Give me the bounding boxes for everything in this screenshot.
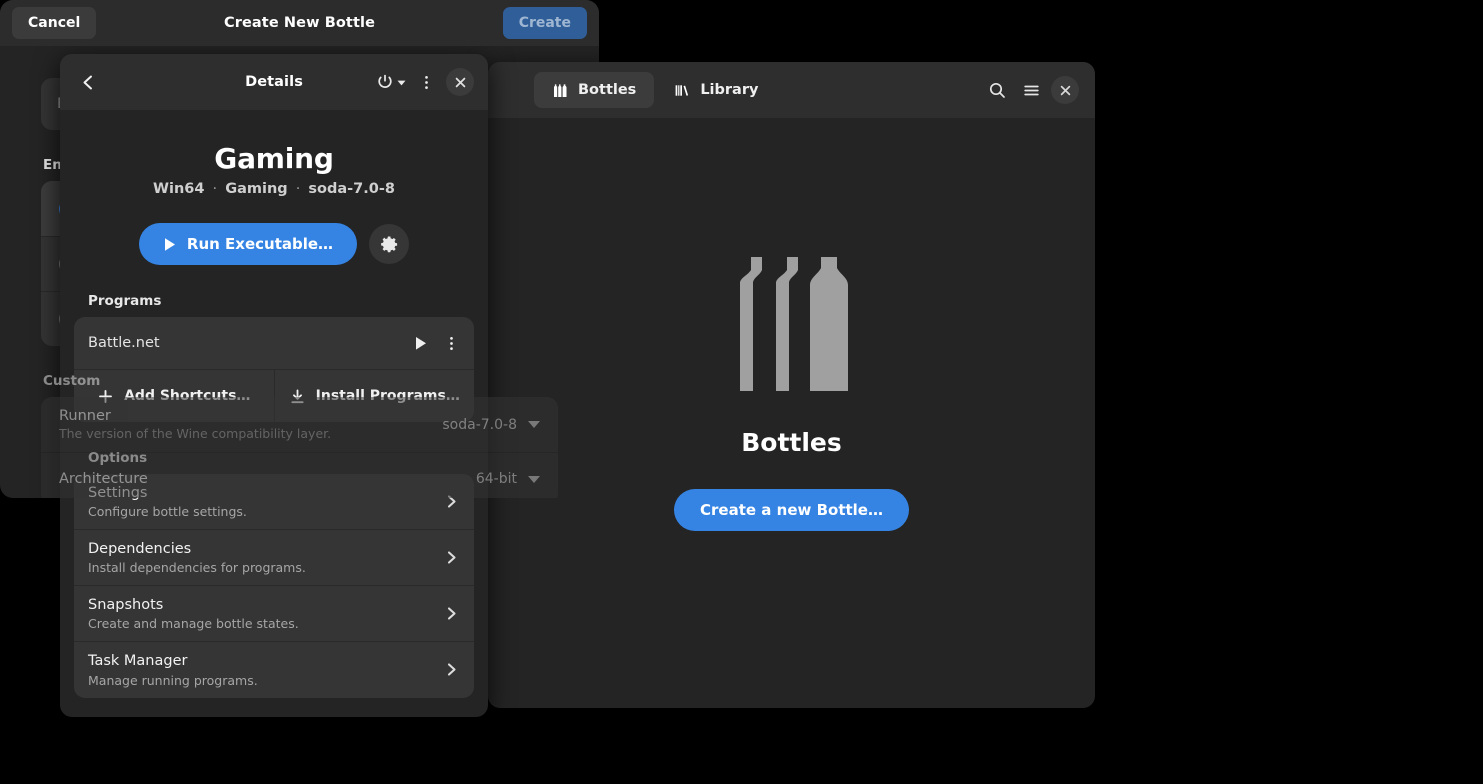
- option-subtitle: Create and manage bottle states.: [88, 616, 299, 632]
- search-icon[interactable]: [981, 74, 1013, 106]
- option-text: Snapshots Create and manage bottle state…: [88, 596, 443, 631]
- meta-separator: ·: [212, 181, 218, 197]
- program-actions: [413, 335, 460, 352]
- main-header-actions: [981, 74, 1081, 106]
- chevron-down-icon: [528, 421, 540, 428]
- create-label: Create: [518, 15, 571, 31]
- tab-bottles[interactable]: Bottles: [534, 72, 655, 108]
- close-icon: [1051, 76, 1079, 104]
- custom-row-subtitle: The version of the Wine compatibility la…: [59, 426, 332, 441]
- details-header: Details: [60, 54, 488, 110]
- bottle-settings-button[interactable]: [369, 224, 410, 264]
- architecture-dropdown[interactable]: 64-bit: [476, 471, 540, 487]
- custom-row-title: Runner: [59, 408, 111, 424]
- bottle-name: Gaming: [214, 142, 334, 175]
- cancel-label: Cancel: [28, 15, 81, 31]
- back-button[interactable]: [72, 66, 104, 98]
- bottles-icon: [552, 82, 569, 99]
- three-dots-vertical-icon: [418, 74, 435, 91]
- options-card: Settings Configure bottle settings. Depe…: [74, 474, 474, 698]
- run-actions: Run Executable…: [74, 223, 474, 265]
- programs-section-label: Programs: [88, 293, 162, 309]
- custom-row-title: Architecture: [59, 471, 148, 487]
- option-subtitle: Install dependencies for programs.: [88, 560, 306, 576]
- custom-card: Runner The version of the Wine compatibi…: [41, 397, 558, 498]
- close-icon: [446, 68, 474, 96]
- bottle-meta-arch: Win64: [153, 181, 205, 197]
- bottles-illustration: [732, 255, 852, 400]
- custom-row-architecture[interactable]: Architecture 64-bit: [41, 452, 558, 498]
- screen: Bottles Library Bottles Create a new Bot…: [0, 0, 1483, 784]
- main-close-button[interactable]: [1049, 74, 1081, 106]
- play-icon: [163, 237, 177, 252]
- custom-row-runner[interactable]: Runner The version of the Wine compatibi…: [41, 397, 558, 452]
- chevron-down-icon: [395, 76, 408, 89]
- bottles-empty-state: Bottles Create a new Bottle…: [488, 118, 1095, 708]
- cancel-button[interactable]: Cancel: [12, 7, 97, 39]
- run-executable-button[interactable]: Run Executable…: [138, 223, 358, 265]
- tab-library-label: Library: [700, 82, 759, 98]
- tab-bottles-label: Bottles: [578, 82, 637, 98]
- create-new-bottle-button[interactable]: Create a new Bottle…: [674, 489, 909, 531]
- option-row-task-manager[interactable]: Task Manager Manage running programs.: [74, 641, 474, 697]
- chevron-right-icon: [443, 661, 460, 678]
- details-close-button[interactable]: [444, 66, 476, 98]
- page-title: Bottles: [741, 428, 842, 457]
- details-header-actions: [376, 66, 476, 98]
- bottle-meta-env: Gaming: [225, 181, 288, 197]
- meta-separator: ·: [295, 181, 301, 197]
- custom-section-label: Custom: [43, 373, 101, 389]
- hamburger-menu-icon[interactable]: [1015, 74, 1047, 106]
- main-window-header: Bottles Library: [488, 62, 1095, 118]
- program-name: Battle.net: [88, 335, 160, 351]
- chevron-down-icon: [528, 475, 540, 483]
- dialog-header-right: Create: [502, 7, 587, 39]
- runner-value: soda-7.0-8: [442, 416, 517, 433]
- power-menu-button[interactable]: [376, 73, 408, 91]
- custom-row-text: Architecture: [59, 471, 476, 487]
- runner-dropdown[interactable]: soda-7.0-8: [442, 417, 540, 433]
- option-subtitle: Configure bottle settings.: [88, 504, 247, 520]
- bottle-meta: Win64 · Gaming · soda-7.0-8: [74, 181, 474, 197]
- library-icon: [674, 82, 691, 99]
- option-title: Snapshots: [88, 597, 164, 614]
- chevron-right-icon: [443, 549, 460, 566]
- option-text: Task Manager Manage running programs.: [88, 652, 443, 687]
- bottle-meta-runner: soda-7.0-8: [308, 181, 395, 197]
- option-subtitle: Manage running programs.: [88, 672, 258, 688]
- option-row-snapshots[interactable]: Snapshots Create and manage bottle state…: [74, 585, 474, 641]
- architecture-value: 64-bit: [475, 471, 517, 487]
- details-menu-button[interactable]: [410, 66, 442, 98]
- custom-row-text: Runner The version of the Wine compatibi…: [59, 408, 442, 441]
- option-row-dependencies[interactable]: Dependencies Install dependencies for pr…: [74, 529, 474, 585]
- option-text: Dependencies Install dependencies for pr…: [88, 540, 443, 575]
- dialog-header: Cancel Create New Bottle Create: [0, 0, 599, 46]
- create-new-bottle-label: Create a new Bottle…: [700, 501, 883, 519]
- option-title: Dependencies: [88, 541, 192, 558]
- bottles-main-window: Bottles Library Bottles Create a new Bot…: [488, 62, 1095, 708]
- program-row-battlenet[interactable]: Battle.net: [74, 317, 474, 369]
- play-icon[interactable]: [413, 335, 429, 352]
- three-dots-vertical-icon[interactable]: [443, 335, 460, 352]
- run-executable-label: Run Executable…: [186, 235, 334, 253]
- gear-icon: [380, 235, 399, 254]
- option-title: Task Manager: [88, 653, 188, 670]
- create-button[interactable]: Create: [502, 7, 587, 39]
- tab-library[interactable]: Library: [656, 72, 776, 108]
- main-tabs: Bottles Library: [534, 72, 776, 108]
- chevron-right-icon: [443, 605, 460, 622]
- power-icon: [376, 73, 394, 91]
